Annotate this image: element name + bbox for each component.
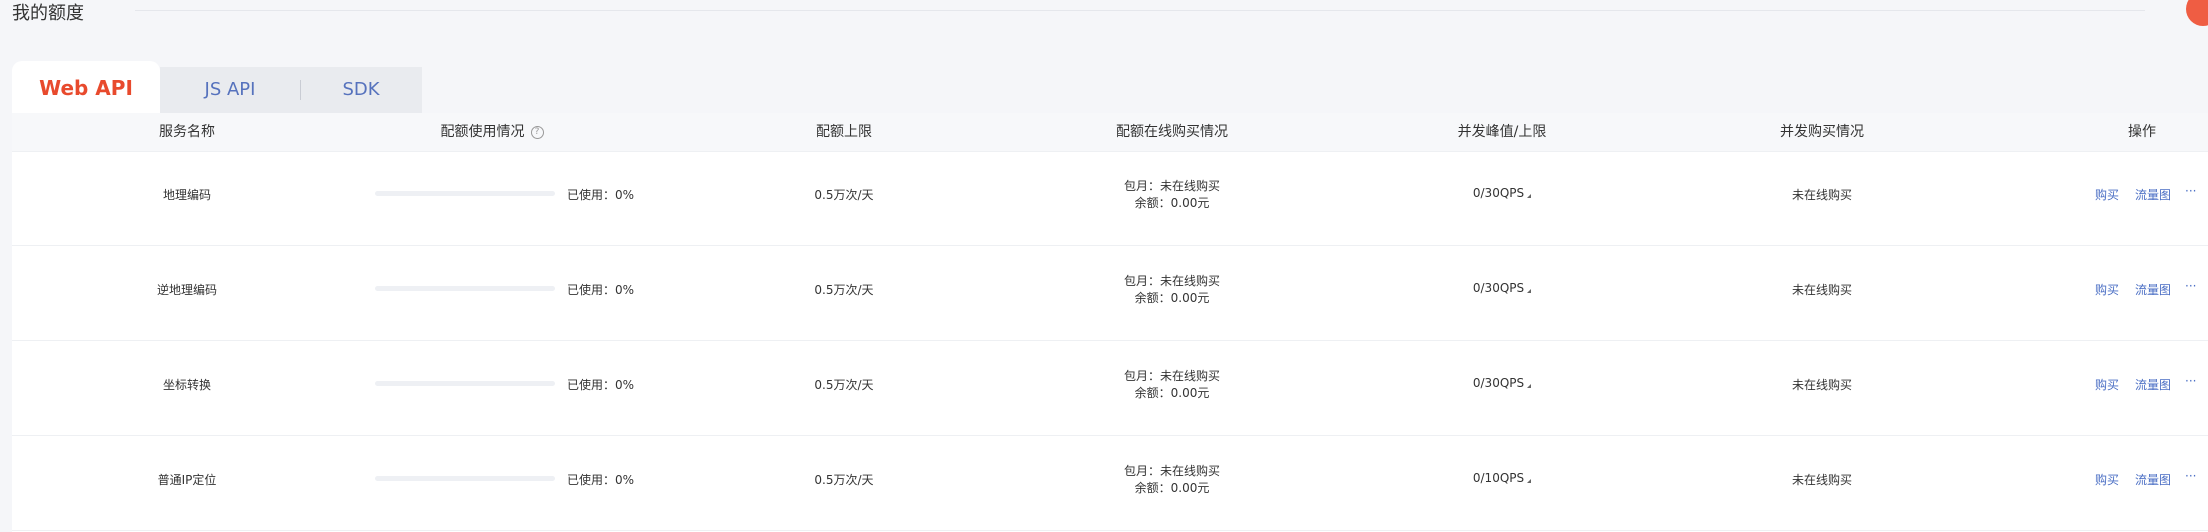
corner-triangle-icon[interactable] <box>1527 384 1532 388</box>
service-name: 普通IP定位 <box>157 473 217 487</box>
concurrency-value: 0/30QPS <box>1412 281 1592 295</box>
concurrency-purchase-status: 未在线购买 <box>1791 188 1852 202</box>
header-purchase: 配额在线购买情况 <box>1116 124 1228 140</box>
usage-progress-bar <box>375 286 555 291</box>
tab-js-api[interactable]: JS API <box>160 67 300 113</box>
service-name: 坐标转换 <box>162 378 211 392</box>
monthly-status: 包月：未在线购买 <box>1123 179 1220 193</box>
monthly-status: 包月：未在线购买 <box>1123 274 1220 288</box>
more-options-icon[interactable]: ··· <box>2185 469 2196 483</box>
buy-link[interactable]: 购买 <box>2095 186 2119 203</box>
usage-text: 已使用：0% <box>567 283 635 297</box>
traffic-chart-link[interactable]: 流量图 <box>2135 376 2171 393</box>
buy-link[interactable]: 购买 <box>2095 376 2119 393</box>
table-row: 地理编码 已使用：0% 0.5万次/天 包月：未在线购买 余额：0.00元 0/30QPS… <box>12 151 2208 246</box>
header-usage-label: 配额使用情况 <box>440 124 525 140</box>
more-options-icon[interactable]: ··· <box>2185 374 2196 388</box>
purchase-info: 包月：未在线购买 余额：0.00元 <box>1052 463 1292 497</box>
concurrency-value: 0/30QPS <box>1412 376 1592 390</box>
monthly-status: 包月：未在线购买 <box>1123 369 1220 383</box>
qps-text: 0/30QPS <box>1472 186 1525 200</box>
concurrency-value: 0/30QPS <box>1412 186 1592 200</box>
header-limit: 配额上限 <box>816 124 872 140</box>
usage-text: 已使用：0% <box>567 188 635 202</box>
usage-text: 已使用：0% <box>567 473 635 487</box>
purchase-info: 包月：未在线购买 余额：0.00元 <box>1052 273 1292 307</box>
table-row: 普通IP定位 已使用：0% 0.5万次/天 包月：未在线购买 余额：0.00元 0/10Q… <box>12 436 2208 531</box>
balance: 余额：0.00元 <box>1134 196 1210 210</box>
quota-limit: 0.5万次/天 <box>814 473 874 487</box>
service-name: 逆地理编码 <box>156 283 217 297</box>
buy-link[interactable]: 购买 <box>2095 281 2119 298</box>
notification-badge[interactable] <box>2186 0 2208 26</box>
header-actions: 操作 <box>2128 124 2156 140</box>
concurrency-purchase-status: 未在线购买 <box>1791 473 1852 487</box>
concurrency-value: 0/10QPS <box>1412 471 1592 485</box>
corner-triangle-icon[interactable] <box>1527 479 1532 483</box>
quota-limit: 0.5万次/天 <box>814 283 874 297</box>
qps-text: 0/30QPS <box>1472 376 1525 390</box>
title-divider <box>135 10 2145 11</box>
tab-sdk[interactable]: SDK <box>300 67 422 113</box>
usage-progress-bar <box>375 191 555 196</box>
concurrency-purchase-status: 未在线购买 <box>1791 283 1852 297</box>
purchase-info: 包月：未在线购买 余额：0.00元 <box>1052 178 1292 212</box>
table-row: 坐标转换 已使用：0% 0.5万次/天 包月：未在线购买 余额：0.00元 0/30QPS… <box>12 341 2208 436</box>
more-options-icon[interactable]: ··· <box>2185 184 2196 198</box>
monthly-status: 包月：未在线购买 <box>1123 464 1220 478</box>
usage-progress-bar <box>375 476 555 481</box>
qps-text: 0/10QPS <box>1472 471 1525 485</box>
service-name: 地理编码 <box>162 188 211 202</box>
tab-bar: Web API JS API SDK <box>12 61 422 113</box>
quota-table: 服务名称 配额使用情况? 配额上限 配额在线购买情况 并发峰值/上限 并发购买情… <box>12 113 2208 532</box>
table-row: 逆地理编码 已使用：0% 0.5万次/天 包月：未在线购买 余额：0.00元 0/30QP… <box>12 246 2208 341</box>
quota-limit: 0.5万次/天 <box>814 188 874 202</box>
buy-link[interactable]: 购买 <box>2095 471 2119 488</box>
traffic-chart-link[interactable]: 流量图 <box>2135 186 2171 203</box>
purchase-info: 包月：未在线购买 余额：0.00元 <box>1052 368 1292 402</box>
qps-text: 0/30QPS <box>1472 281 1525 295</box>
balance: 余额：0.00元 <box>1134 481 1210 495</box>
corner-triangle-icon[interactable] <box>1527 194 1532 198</box>
more-options-icon[interactable]: ··· <box>2185 279 2196 293</box>
usage-text: 已使用：0% <box>567 378 635 392</box>
concurrency-purchase-status: 未在线购买 <box>1791 378 1852 392</box>
header-usage: 配额使用情况? <box>392 113 592 151</box>
table-header: 服务名称 配额使用情况? 配额上限 配额在线购买情况 并发峰值/上限 并发购买情… <box>12 113 2208 152</box>
balance: 余额：0.00元 <box>1134 291 1210 305</box>
balance: 余额：0.00元 <box>1134 386 1210 400</box>
traffic-chart-link[interactable]: 流量图 <box>2135 471 2171 488</box>
header-concurrency-purchase: 并发购买情况 <box>1780 124 1864 140</box>
tab-web-api[interactable]: Web API <box>12 61 160 113</box>
corner-triangle-icon[interactable] <box>1527 289 1532 293</box>
page-title: 我的额度 <box>12 3 84 24</box>
question-icon[interactable]: ? <box>530 125 544 139</box>
traffic-chart-link[interactable]: 流量图 <box>2135 281 2171 298</box>
header-service: 服务名称 <box>159 124 215 140</box>
header-concurrency: 并发峰值/上限 <box>1457 124 1547 140</box>
usage-progress-bar <box>375 381 555 386</box>
quota-limit: 0.5万次/天 <box>814 378 874 392</box>
